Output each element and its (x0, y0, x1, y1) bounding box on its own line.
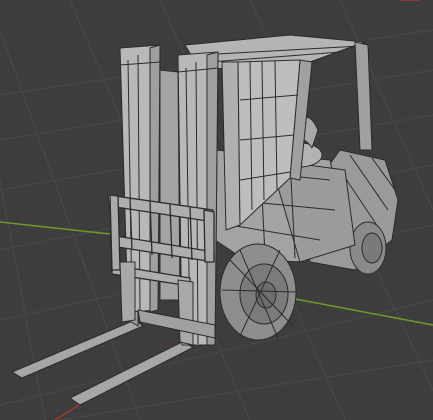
viewport-canvas[interactable] (0, 0, 433, 420)
left-fork-heel (119, 261, 136, 323)
right-fork-heel (177, 279, 194, 346)
y-axis-line (0, 221, 111, 235)
y-axis-line-right (289, 297, 433, 326)
mast-inner (159, 69, 181, 301)
cab-post-right-rear (354, 41, 373, 151)
3d-viewport[interactable] (0, 0, 433, 420)
forklift-model[interactable] (11, 34, 399, 406)
